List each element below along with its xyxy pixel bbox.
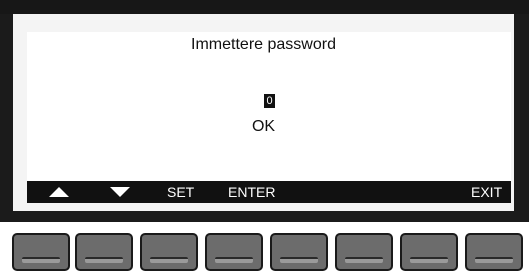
hardware-key-2[interactable]: [75, 233, 133, 271]
key-groove: [150, 257, 188, 263]
key-groove: [410, 257, 448, 263]
key-groove: [85, 257, 123, 263]
softkey-enter[interactable]: ENTER: [228, 181, 275, 203]
hardware-key-4[interactable]: [205, 233, 263, 271]
lcd-screen: Immettere password 0 OK SET ENTER EXIT: [13, 14, 514, 211]
hardware-key-6[interactable]: [335, 233, 393, 271]
hardware-key-1[interactable]: [12, 233, 70, 271]
hardware-key-8[interactable]: [465, 233, 523, 271]
screen-title: Immettere password: [191, 36, 336, 53]
softkey-set[interactable]: SET: [167, 181, 194, 203]
key-groove: [475, 257, 513, 263]
softkey-exit[interactable]: EXIT: [471, 181, 502, 203]
key-groove: [22, 257, 60, 263]
key-groove: [280, 257, 318, 263]
bezel-top: [0, 0, 529, 14]
hardware-key-7[interactable]: [400, 233, 458, 271]
password-digit: 0: [266, 95, 273, 107]
softkey-bar: SET ENTER EXIT: [27, 181, 511, 203]
up-arrow-icon[interactable]: [49, 187, 69, 197]
key-groove: [215, 257, 253, 263]
ok-label[interactable]: OK: [13, 118, 514, 136]
password-digit-cursor[interactable]: 0: [264, 94, 275, 108]
key-groove: [345, 257, 383, 263]
hardware-key-3[interactable]: [140, 233, 198, 271]
down-arrow-icon[interactable]: [110, 187, 130, 197]
hardware-key-5[interactable]: [270, 233, 328, 271]
